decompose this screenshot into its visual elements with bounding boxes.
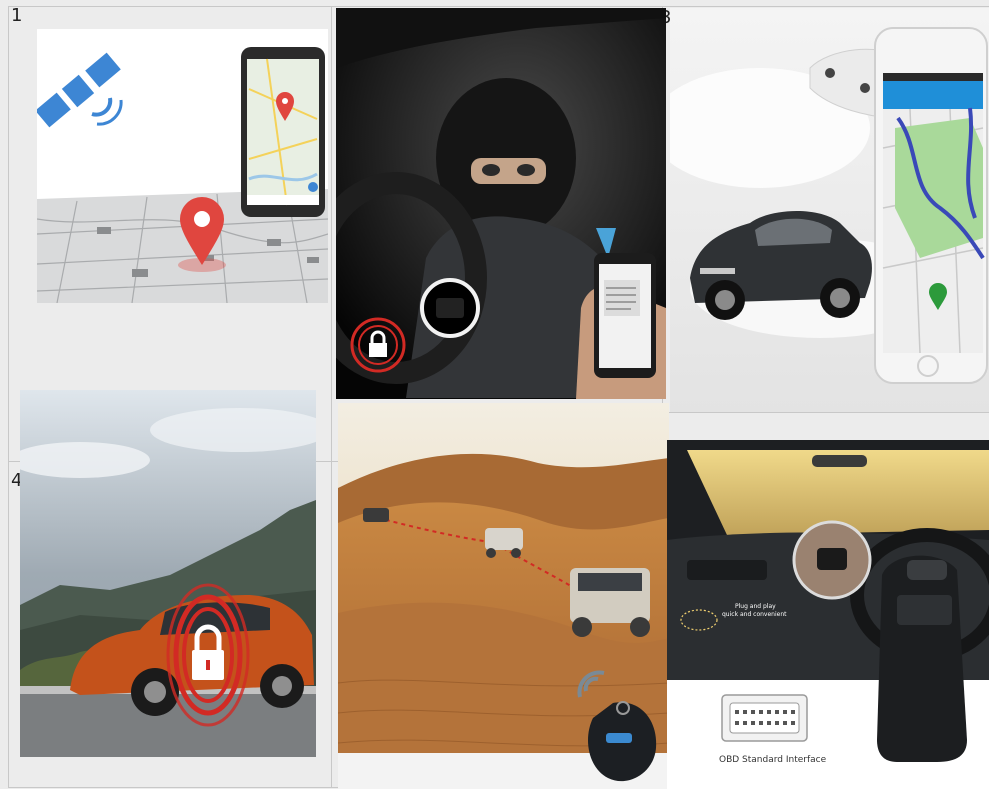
grid-line-bottom <box>8 787 338 788</box>
cell-number-1: 1 <box>11 5 23 26</box>
obd-device-image: Plug and play quick and convenient OBD S… <box>667 440 989 789</box>
grid-line-top <box>8 6 989 7</box>
plug-caption-line1: Plug and play <box>735 603 776 610</box>
gps-map-image <box>37 29 328 303</box>
obd-interface-caption: OBD Standard Interface <box>719 755 827 765</box>
grid-line-left <box>8 6 9 788</box>
image-collage: 1 3 4 <box>0 0 989 789</box>
padlock-icon <box>350 317 406 373</box>
grid-line-col-1 <box>331 6 332 788</box>
car-tracking-app-image <box>670 8 989 412</box>
plug-caption-line2: quick and convenient <box>722 611 787 618</box>
smartphone-icon <box>874 27 988 384</box>
car-lock-image <box>20 390 316 757</box>
car-thief-image <box>336 8 666 399</box>
smartphone-icon <box>241 47 325 217</box>
grid-line-row-1b <box>662 412 989 413</box>
desert-tracking-image <box>338 403 669 789</box>
location-pin-icon <box>178 197 226 272</box>
